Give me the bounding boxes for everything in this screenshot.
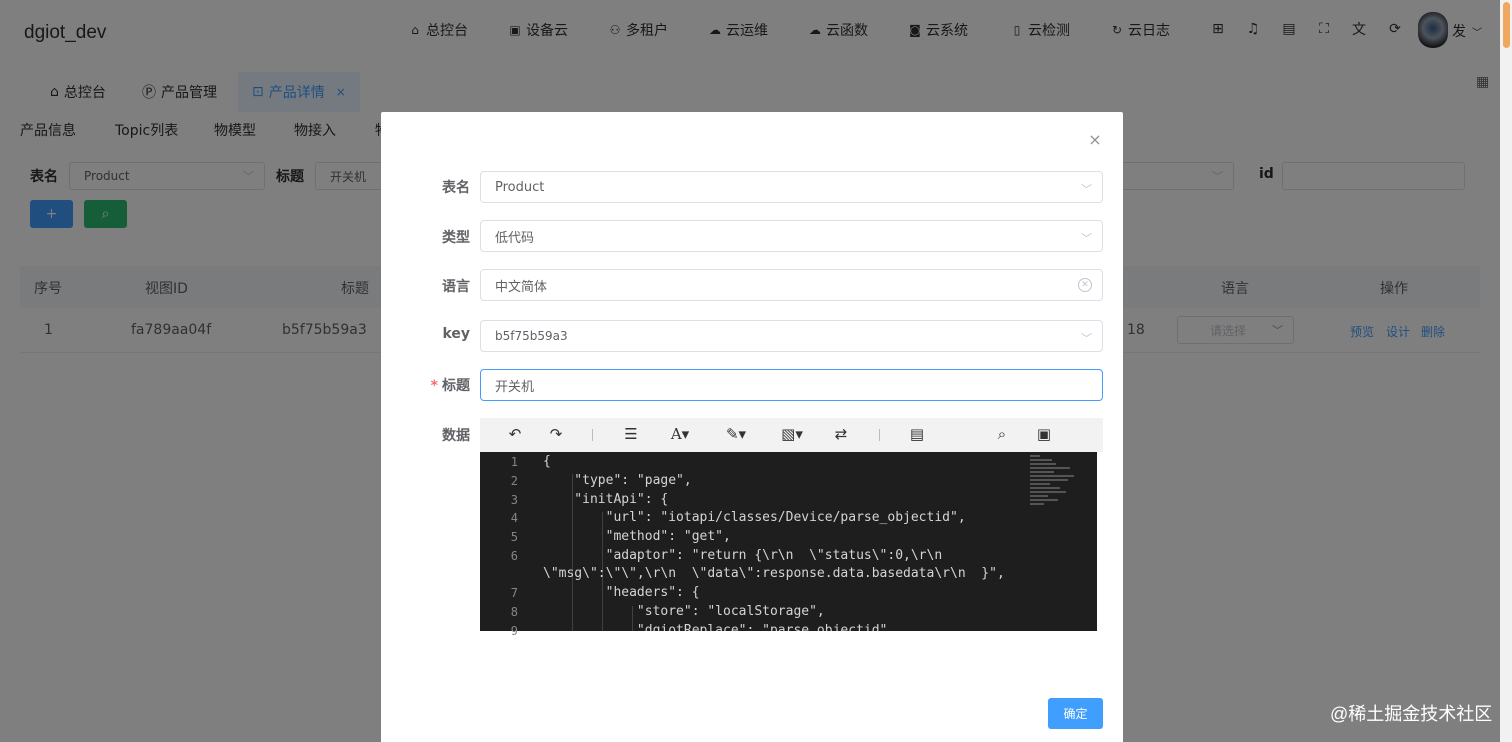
code-line: "type": "page",: [543, 473, 692, 488]
table-select[interactable]: Product ﹀: [480, 171, 1103, 203]
field-data-label: 数据: [442, 428, 470, 444]
save-icon[interactable]: ▣: [1035, 425, 1053, 443]
field-table-label: 表名: [442, 180, 470, 196]
toolbar-divider: [592, 429, 593, 441]
code-minimap[interactable]: [1030, 455, 1080, 515]
chevron-down-icon: ﹀: [1081, 232, 1092, 245]
code-line: "initApi": {: [543, 492, 669, 507]
magic-wand-icon[interactable]: ✎▾: [720, 425, 752, 443]
type-select[interactable]: 低代码 ﹀: [480, 220, 1103, 252]
swap-icon[interactable]: ⇄: [832, 425, 850, 443]
line-number: 3: [510, 493, 518, 507]
toolbar-divider: [879, 429, 880, 441]
watermark: @稀土掘金技术社区: [1330, 704, 1493, 724]
field-type-label: 类型: [442, 230, 470, 246]
code-line: {: [543, 454, 551, 469]
line-number: 6: [510, 549, 518, 563]
clear-icon[interactable]: ✕: [1078, 278, 1092, 292]
code-line: "store": "localStorage",: [543, 604, 825, 619]
field-lang-label: 语言: [442, 279, 470, 295]
confirm-button[interactable]: 确定: [1048, 698, 1103, 729]
line-number: 7: [510, 586, 518, 600]
line-number: 2: [510, 474, 518, 488]
field-key-label: key: [442, 326, 470, 342]
line-number: 1: [510, 455, 518, 469]
undo-icon[interactable]: ↶: [506, 425, 524, 443]
code-line: \"msg\":\"\",\r\n \"data\":response.data…: [543, 566, 1005, 581]
key-select[interactable]: b5f75b59a3 ﹀: [480, 320, 1103, 352]
format-icon[interactable]: ▤: [908, 425, 926, 443]
close-icon[interactable]: ×: [1087, 130, 1103, 149]
code-line: "dgiotReplace": "parse_objectid": [543, 623, 888, 631]
font-icon[interactable]: A▾: [666, 425, 694, 443]
line-number: 4: [510, 511, 518, 525]
scrollbar-thumb[interactable]: [1503, 2, 1510, 48]
required-mark: *: [430, 378, 438, 394]
line-number: 9: [510, 624, 518, 638]
title-input[interactable]: 开关机: [480, 369, 1103, 401]
language-icon[interactable]: ▧▾: [777, 425, 807, 443]
code-line: "adaptor": "return {\r\n \"status\":0,\r…: [543, 548, 943, 563]
search-icon[interactable]: ⌕: [993, 425, 1011, 443]
line-number: 8: [510, 605, 518, 619]
field-title-label: * 标题: [430, 378, 470, 394]
indent-icon[interactable]: ☰: [622, 425, 640, 443]
language-select[interactable]: 中文简体 ✕: [480, 269, 1103, 301]
chevron-down-icon: ﹀: [1081, 183, 1092, 196]
scrollbar-track[interactable]: [1500, 0, 1512, 742]
line-number: 5: [510, 530, 518, 544]
code-line: "url": "iotapi/classes/Device/parse_obje…: [543, 510, 966, 525]
code-line: "headers": {: [543, 585, 700, 600]
redo-icon[interactable]: ↷: [547, 425, 565, 443]
code-line: "method": "get",: [543, 529, 731, 544]
chevron-down-icon: ﹀: [1081, 332, 1092, 345]
